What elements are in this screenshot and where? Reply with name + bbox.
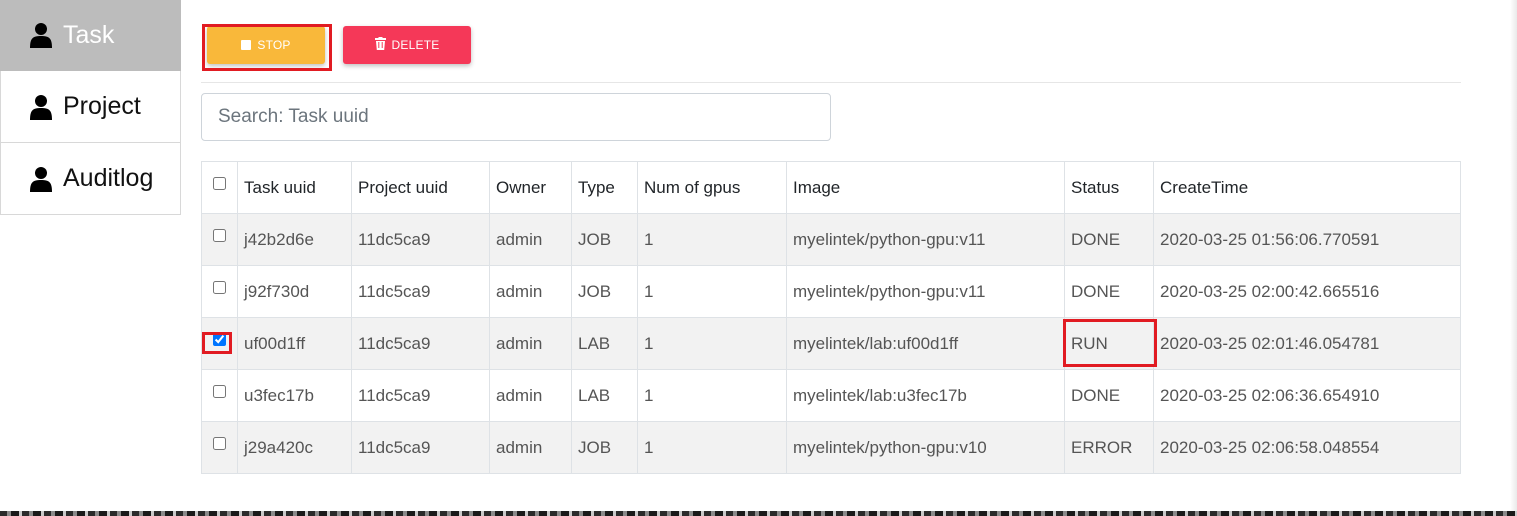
owner-cell: admin — [489, 213, 572, 266]
type-cell: JOB — [571, 213, 638, 266]
search-input[interactable] — [201, 93, 831, 141]
divider — [201, 82, 1461, 83]
select-all-cell — [201, 161, 238, 214]
type-cell: JOB — [571, 421, 638, 474]
row-checkbox[interactable] — [213, 436, 226, 450]
task-uuid-cell: u3fec17b — [237, 369, 352, 422]
task-uuid-cell: uf00d1ff — [237, 317, 352, 370]
column-header-create-time[interactable]: CreateTime — [1153, 161, 1461, 214]
type-cell: LAB — [571, 369, 638, 422]
column-header-project-uuid[interactable]: Project uuid — [351, 161, 490, 214]
sidebar-item-auditlog[interactable]: Auditlog — [0, 143, 181, 215]
owner-cell: admin — [489, 369, 572, 422]
table-row[interactable]: u3fec17b 11dc5ca9 admin LAB 1 myelintek/… — [201, 369, 1461, 422]
stop-icon — [241, 40, 252, 50]
create-time-cell: 2020-03-25 02:06:58.048554 — [1153, 421, 1461, 474]
sidebar: Task Project Auditlog — [0, 0, 181, 215]
trash-icon — [374, 37, 386, 53]
task-uuid-cell: j42b2d6e — [237, 213, 352, 266]
project-uuid-cell: 11dc5ca9 — [351, 317, 490, 370]
sidebar-item-task[interactable]: Task — [0, 0, 181, 71]
column-header-num-gpus[interactable]: Num of gpus — [637, 161, 787, 214]
gpus-cell: 1 — [637, 421, 787, 474]
type-cell: LAB — [571, 317, 638, 370]
delete-button[interactable]: DELETE — [343, 26, 471, 64]
user-icon — [29, 94, 53, 120]
column-header-image[interactable]: Image — [786, 161, 1065, 214]
image-cell: myelintek/python-gpu:v10 — [786, 421, 1065, 474]
project-uuid-cell: 11dc5ca9 — [351, 369, 490, 422]
status-cell: RUN — [1064, 317, 1154, 370]
sidebar-item-label: Auditlog — [63, 164, 154, 192]
gpus-cell: 1 — [637, 213, 787, 266]
image-cell: myelintek/python-gpu:v11 — [786, 265, 1065, 318]
window-edge — [1510, 0, 1517, 516]
status-cell: DONE — [1064, 265, 1154, 318]
type-cell: JOB — [571, 265, 638, 318]
owner-cell: admin — [489, 421, 572, 474]
project-uuid-cell: 11dc5ca9 — [351, 265, 490, 318]
stop-button-label: STOP — [257, 38, 291, 52]
table-row[interactable]: uf00d1ff 11dc5ca9 admin LAB 1 myelintek/… — [201, 317, 1461, 370]
owner-cell: admin — [489, 265, 572, 318]
row-select-cell — [201, 421, 238, 474]
user-icon — [29, 166, 53, 192]
column-header-task-uuid[interactable]: Task uuid — [237, 161, 352, 214]
image-cell: myelintek/lab:uf00d1ff — [786, 317, 1065, 370]
stop-button[interactable]: STOP — [207, 26, 325, 64]
task-table: Task uuid Project uuid Owner Type Num of… — [201, 161, 1461, 474]
row-select-cell — [201, 265, 238, 318]
select-all-checkbox[interactable] — [213, 176, 226, 190]
row-checkbox[interactable] — [213, 384, 226, 398]
status-cell: ERROR — [1064, 421, 1154, 474]
create-time-cell: 2020-03-25 02:06:36.654910 — [1153, 369, 1461, 422]
delete-button-label: DELETE — [391, 38, 440, 52]
status-cell: DONE — [1064, 369, 1154, 422]
row-checkbox[interactable] — [213, 280, 226, 294]
sidebar-item-label: Project — [63, 92, 141, 120]
create-time-cell: 2020-03-25 02:01:46.054781 — [1153, 317, 1461, 370]
project-uuid-cell: 11dc5ca9 — [351, 421, 490, 474]
table-row[interactable]: j29a420c 11dc5ca9 admin JOB 1 myelintek/… — [201, 421, 1461, 474]
row-select-cell — [201, 213, 238, 266]
table-row[interactable]: j42b2d6e 11dc5ca9 admin JOB 1 myelintek/… — [201, 213, 1461, 266]
owner-cell: admin — [489, 317, 572, 370]
torn-edge — [0, 511, 1517, 516]
sidebar-item-project[interactable]: Project — [0, 71, 181, 143]
create-time-cell: 2020-03-25 02:00:42.665516 — [1153, 265, 1461, 318]
image-cell: myelintek/lab:u3fec17b — [786, 369, 1065, 422]
gpus-cell: 1 — [637, 265, 787, 318]
column-header-owner[interactable]: Owner — [489, 161, 572, 214]
project-uuid-cell: 11dc5ca9 — [351, 213, 490, 266]
column-header-type[interactable]: Type — [571, 161, 638, 214]
image-cell: myelintek/python-gpu:v11 — [786, 213, 1065, 266]
sidebar-item-label: Task — [63, 20, 115, 49]
row-select-cell — [201, 317, 238, 370]
create-time-cell: 2020-03-25 01:56:06.770591 — [1153, 213, 1461, 266]
table-row[interactable]: j92f730d 11dc5ca9 admin JOB 1 myelintek/… — [201, 265, 1461, 318]
user-icon — [29, 22, 53, 48]
gpus-cell: 1 — [637, 369, 787, 422]
status-cell: DONE — [1064, 213, 1154, 266]
gpus-cell: 1 — [637, 317, 787, 370]
column-header-status[interactable]: Status — [1064, 161, 1154, 214]
row-select-cell — [201, 369, 238, 422]
row-checkbox[interactable] — [213, 332, 226, 346]
table-header-row: Task uuid Project uuid Owner Type Num of… — [201, 161, 1461, 214]
row-checkbox[interactable] — [213, 228, 226, 242]
task-uuid-cell: j29a420c — [237, 421, 352, 474]
task-uuid-cell: j92f730d — [237, 265, 352, 318]
